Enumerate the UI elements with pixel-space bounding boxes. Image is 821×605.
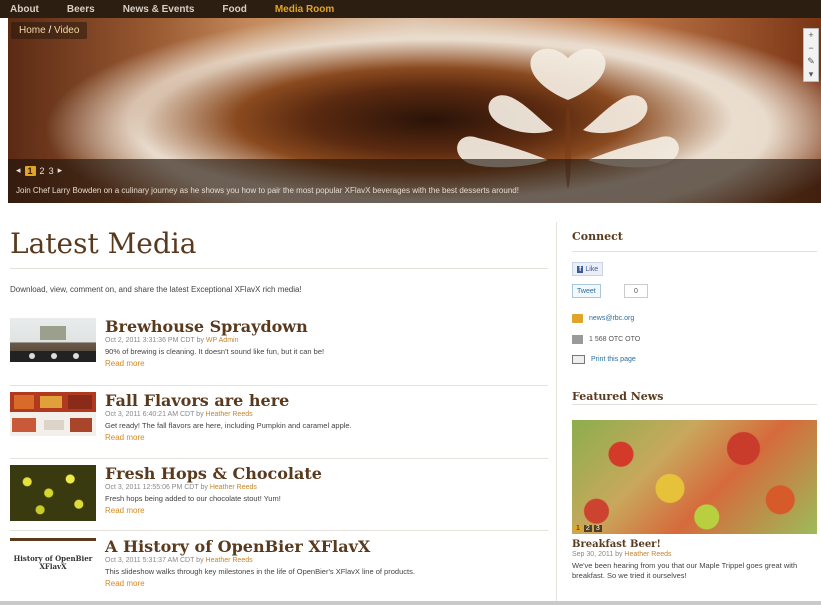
tweet-label: Tweet [577,287,596,295]
media-title[interactable]: Fall Flavors are here [105,392,545,410]
slide-page-2[interactable]: 2 [40,166,45,176]
featured-page-3[interactable]: 3 [593,525,602,532]
intro-text: Download, view, comment on, and share th… [10,285,302,294]
media-date: Oct 3, 2011 12:55:06 PM CDT by [105,484,208,491]
media-excerpt: This slideshow walks through key milesto… [105,567,415,576]
video-thumbnail[interactable] [10,318,96,362]
email-link[interactable]: news@rbc.org [589,315,634,322]
breadcrumb-home[interactable]: Home [19,25,46,36]
slideshow-thumbnail[interactable]: History of OpenBier XFlavX [10,538,96,585]
breadcrumb-current: Video [54,25,80,36]
edit-icon[interactable]: ✎ [807,55,815,68]
image-thumbnail[interactable] [10,465,96,521]
facebook-like-button[interactable]: f Like [572,262,604,276]
media-author[interactable]: Heather Reeds [206,411,253,418]
nav-food[interactable]: Food [222,4,246,15]
nav-beers[interactable]: Beers [67,4,95,15]
hero-banner[interactable]: Home / Video + − ✎ ▾ ◂ 1 2 3 ▸ Join Chef… [8,18,821,203]
read-more-link[interactable]: Read more [105,433,545,442]
media-author[interactable]: Heather Reeds [206,557,253,564]
phone-number: 1 568 OTC OTO [589,336,641,343]
connect-divider [572,251,817,252]
media-excerpt: 90% of brewing is cleaning. It doesn't s… [105,347,325,356]
printer-icon [572,355,585,364]
print-link[interactable]: Print this page [591,356,636,363]
featured-news-title[interactable]: Breakfast Beer! [572,539,661,550]
featured-page-1[interactable]: 1 [574,525,582,532]
media-author[interactable]: WP Admin [206,337,239,344]
nav-news-events[interactable]: News & Events [123,4,195,15]
slide-page-3[interactable]: 3 [49,166,54,176]
tweet-button[interactable]: Tweet [572,284,601,298]
email-row: news@rbc.org [572,314,634,323]
sidebar: Connect f Like Tweet 0 news@rbc.org 1 56… [572,230,817,600]
zoom-in-icon[interactable]: + [808,29,813,42]
read-more-link[interactable]: Read more [105,579,545,588]
latest-media-section: Latest Media Download, view, comment on,… [10,215,548,294]
facebook-icon: f [577,265,584,273]
featured-news-heading: Featured News [572,390,664,403]
featured-news-excerpt: We've been hearing from you that our Map… [572,561,798,580]
nav-about[interactable]: About [10,4,39,15]
featured-author[interactable]: Heather Reeds [624,551,671,558]
thumbnail-title: History of OpenBier XFlavX [13,554,93,571]
phone-icon [572,335,583,344]
phone-row: 1 568 OTC OTO [572,335,640,344]
next-slide-icon[interactable]: ▸ [58,165,63,176]
media-date: Oct 3, 2011 6:40:21 AM CDT by [105,411,204,418]
read-more-link[interactable]: Read more [105,359,545,368]
slide-pager: ◂ 1 2 3 ▸ [16,165,62,176]
breadcrumb: Home / Video [11,22,88,39]
zoom-out-icon[interactable]: − [808,42,813,55]
media-title[interactable]: Fresh Hops & Chocolate [105,465,545,483]
page-title: Latest Media [10,227,197,260]
nav-media-room[interactable]: Media Room [275,4,334,15]
media-date: Oct 2, 2011 3:31:36 PM CDT by [105,337,204,344]
media-excerpt: Get ready! The fall flavors are here, in… [105,421,352,430]
column-divider [556,222,557,602]
media-author[interactable]: Heather Reeds [210,484,257,491]
media-meta: Oct 3, 2011 12:55:06 PM CDT by Heather R… [105,484,545,491]
hero-caption: Join Chef Larry Bowden on a culinary jou… [16,186,519,195]
window-bottom-edge [0,601,821,605]
map-style-toolbar: + − ✎ ▾ [803,28,819,82]
featured-divider [572,404,817,405]
title-divider [10,268,548,269]
media-excerpt: Fresh hops being added to our chocolate … [105,494,281,503]
media-meta: Oct 2, 2011 3:31:36 PM CDT by WP Admin [105,337,545,344]
top-nav: About Beers News & Events Food Media Roo… [0,0,821,18]
featured-date: Sep 30, 2011 by [572,551,623,558]
print-row: Print this page [572,355,636,364]
breadcrumb-separator: / [45,25,55,36]
hero-caption-bar: ◂ 1 2 3 ▸ Join Chef Larry Bowden on a cu… [8,159,821,203]
item-divider [10,530,548,531]
featured-pager: 1 2 3 [574,525,602,532]
image-thumbnail[interactable] [10,392,96,436]
prev-slide-icon[interactable]: ◂ [16,165,21,176]
media-date: Oct 3, 2011 5:31:37 AM CDT by [105,557,204,564]
slide-page-1[interactable]: 1 [24,165,36,176]
media-title[interactable]: Brewhouse Spraydown [105,318,545,336]
media-title[interactable]: A History of OpenBier XFlavX [105,538,545,556]
media-meta: Oct 3, 2011 6:40:21 AM CDT by Heather Re… [105,411,545,418]
like-label: Like [585,265,599,273]
item-divider [10,458,548,459]
connect-heading: Connect [572,230,623,243]
mail-icon [572,314,583,323]
tweet-count: 0 [624,284,648,298]
featured-news-image[interactable]: 1 2 3 [572,420,817,534]
chevron-down-icon[interactable]: ▾ [809,68,814,81]
read-more-link[interactable]: Read more [105,506,545,515]
featured-news-meta: Sep 30, 2011 by Heather Reeds [572,551,672,558]
media-meta: Oct 3, 2011 5:31:37 AM CDT by Heather Re… [105,557,545,564]
item-divider [10,385,548,386]
featured-page-2[interactable]: 2 [583,525,592,532]
